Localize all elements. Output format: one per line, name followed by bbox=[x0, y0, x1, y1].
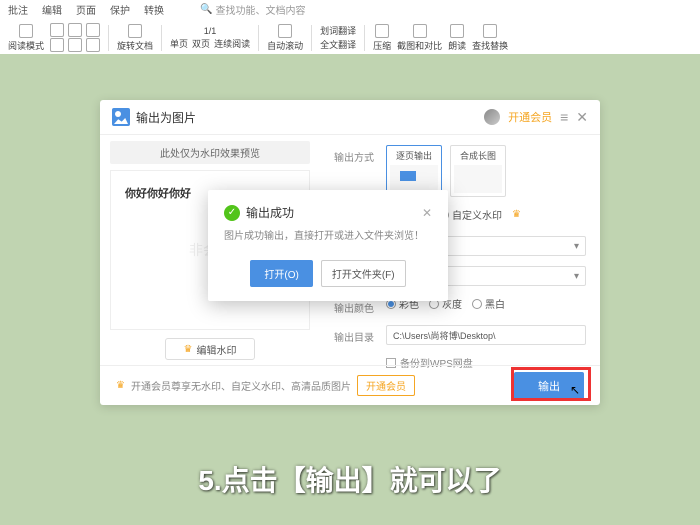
reading-mode-label: 阅读模式 bbox=[8, 39, 44, 52]
close-icon[interactable]: ✕ bbox=[422, 206, 432, 220]
ribbon: 阅读模式 旋转文档 1/1 单页 双页 连续阅读 自动滚动 划词翻译全文翻译 压缩… bbox=[0, 19, 700, 56]
page-indicator: 1/1 bbox=[204, 26, 217, 36]
tool-icon[interactable] bbox=[50, 23, 64, 37]
tool-icon[interactable] bbox=[50, 38, 64, 52]
word-translate[interactable]: 划词翻译 bbox=[320, 24, 356, 37]
tool-icon[interactable] bbox=[68, 23, 82, 37]
compress-label: 压缩 bbox=[373, 39, 391, 52]
close-icon[interactable]: ✕ bbox=[576, 109, 588, 126]
crown-icon: ♛ bbox=[184, 344, 193, 355]
footer-note: 开通会员尊享无水印、自定义水印、高清品质图片 bbox=[131, 378, 351, 393]
crown-icon: ♛ bbox=[116, 380, 125, 391]
tab-page[interactable]: 页面 bbox=[76, 2, 96, 17]
find-icon[interactable] bbox=[483, 24, 497, 38]
menu-icon[interactable]: ≡ bbox=[560, 109, 568, 125]
continuous[interactable]: 连续阅读 bbox=[214, 37, 250, 50]
check-circle-icon: ✓ bbox=[224, 205, 240, 221]
tutorial-caption: 5.点击【输出】就可以了 bbox=[0, 459, 700, 499]
double-page[interactable]: 双页 bbox=[192, 37, 210, 50]
tool-icon[interactable] bbox=[86, 23, 100, 37]
wm-custom[interactable]: 自定义水印 bbox=[439, 207, 502, 222]
rotate-label: 旋转文档 bbox=[117, 39, 153, 52]
app-toolbar: 批注 编辑 页面 保护 转换 🔍 查找功能、文档内容 阅读模式 旋转文档 1/1… bbox=[0, 0, 700, 54]
tab-edit[interactable]: 编辑 bbox=[42, 2, 62, 17]
chevron-down-icon: ▾ bbox=[574, 241, 579, 252]
search-placeholder: 查找功能、文档内容 bbox=[215, 2, 305, 17]
find-label: 查找替换 bbox=[472, 39, 508, 52]
readaloud-label: 朗读 bbox=[448, 39, 466, 52]
autoscroll-icon[interactable] bbox=[278, 24, 292, 38]
single-page[interactable]: 单页 bbox=[170, 37, 188, 50]
screenshot-label: 截图和对比 bbox=[397, 39, 442, 52]
open-button[interactable]: 打开(O) bbox=[250, 260, 312, 287]
autoscroll-label: 自动滚动 bbox=[267, 39, 303, 52]
screenshot-icon[interactable] bbox=[413, 24, 427, 38]
search-box[interactable]: 🔍 查找功能、文档内容 bbox=[200, 2, 305, 17]
menu-tabs: 批注 编辑 页面 保护 转换 bbox=[0, 0, 700, 19]
tool-icon[interactable] bbox=[86, 38, 100, 52]
image-icon bbox=[112, 108, 130, 126]
cursor-icon: ↖ bbox=[570, 383, 580, 397]
edit-watermark-button[interactable]: ♛编辑水印 bbox=[165, 338, 255, 360]
compress-icon[interactable] bbox=[375, 24, 389, 38]
toast-title: 输出成功 bbox=[246, 204, 294, 221]
full-translate[interactable]: 全文翻译 bbox=[320, 38, 356, 51]
color-bw[interactable]: 黑白 bbox=[472, 296, 505, 311]
search-icon: 🔍 bbox=[200, 4, 212, 15]
output-path[interactable]: C:\Users\尚将博\Desktop\ bbox=[386, 325, 586, 345]
dialog-footer: ♛ 开通会员尊享无水印、自定义水印、高清品质图片 开通会员 输出 bbox=[100, 365, 600, 405]
crown-icon: ♛ bbox=[512, 209, 521, 220]
rotate-icon[interactable] bbox=[128, 24, 142, 38]
reading-mode-icon[interactable] bbox=[19, 24, 33, 38]
tab-convert[interactable]: 转换 bbox=[144, 2, 164, 17]
tool-icon[interactable] bbox=[68, 38, 82, 52]
tab-protect[interactable]: 保护 bbox=[110, 2, 130, 17]
toast-message: 图片成功输出，直接打开或进入文件夹浏览！ bbox=[224, 227, 432, 242]
readaloud-icon[interactable] bbox=[450, 24, 464, 38]
vip-link[interactable]: 开通会员 bbox=[508, 109, 552, 125]
mode-label: 输出方式 bbox=[334, 145, 378, 164]
dir-label: 输出目录 bbox=[334, 325, 378, 344]
dialog-header: 输出为图片 开通会员 ≡ ✕ bbox=[100, 100, 600, 135]
open-folder-button[interactable]: 打开文件夹(F) bbox=[321, 260, 406, 287]
tab-annotate[interactable]: 批注 bbox=[8, 2, 28, 17]
vip-button[interactable]: 开通会员 bbox=[357, 375, 415, 396]
success-toast: ✓ 输出成功 ✕ 图片成功输出，直接打开或进入文件夹浏览！ 打开(O) 打开文件… bbox=[208, 190, 448, 301]
avatar[interactable] bbox=[484, 109, 500, 125]
chevron-down-icon: ▾ bbox=[574, 271, 579, 282]
watermark-banner: 此处仅为水印效果预览 bbox=[110, 141, 310, 164]
mode-long-image[interactable]: 合成长图 bbox=[450, 145, 506, 197]
dialog-title: 输出为图片 bbox=[136, 109, 196, 126]
